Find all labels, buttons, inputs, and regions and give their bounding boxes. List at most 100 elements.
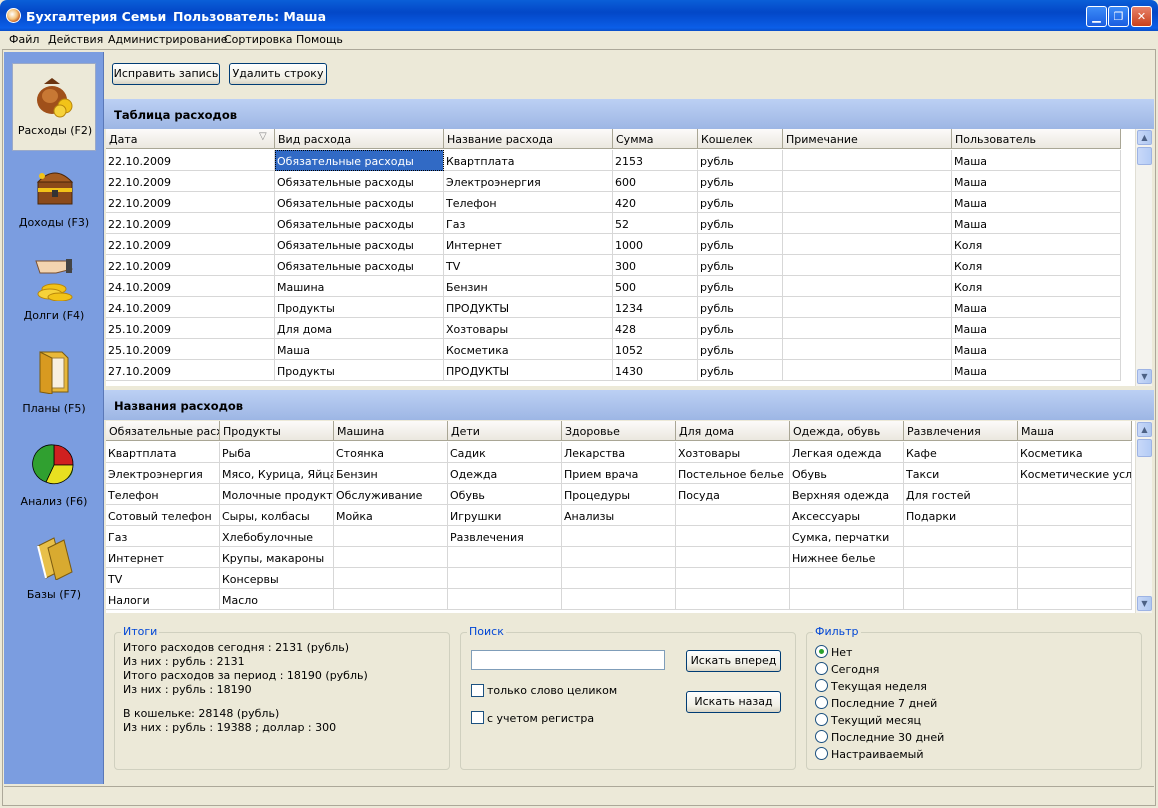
table-cell[interactable]: Обслуживание — [334, 484, 448, 505]
table-cell[interactable] — [676, 505, 790, 526]
filter-radio-none[interactable] — [815, 645, 828, 658]
table-cell[interactable]: Обязательные расходы — [275, 192, 444, 213]
table-cell[interactable]: Газ — [106, 526, 220, 547]
table-cell[interactable]: Крупы, макароны — [220, 547, 334, 568]
table-cell[interactable] — [904, 568, 1018, 589]
table-cell[interactable]: Легкая одежда — [790, 442, 904, 463]
table-cell[interactable]: Маша — [952, 213, 1121, 234]
table-cell[interactable]: рубль — [698, 360, 783, 381]
table-cell[interactable] — [448, 589, 562, 610]
table-cell[interactable]: Маша — [952, 150, 1121, 171]
table-cell[interactable] — [334, 589, 448, 610]
table-cell[interactable]: Развлечения — [448, 526, 562, 547]
table-cell[interactable]: Маша — [952, 318, 1121, 339]
table-cell[interactable] — [562, 547, 676, 568]
edit-record-button[interactable]: Исправить запись — [112, 63, 220, 85]
table-cell[interactable]: Постельное белье — [676, 463, 790, 484]
table-cell[interactable]: Хозтовары — [676, 442, 790, 463]
column-header[interactable]: Дата — [106, 129, 275, 149]
column-header[interactable]: Машина — [334, 421, 448, 441]
column-header[interactable]: Примечание — [783, 129, 952, 149]
filter-radio-today[interactable] — [815, 662, 828, 675]
table-cell[interactable] — [448, 568, 562, 589]
table-cell[interactable]: Коля — [952, 255, 1121, 276]
filter-radio-custom[interactable] — [815, 747, 828, 760]
table-cell[interactable] — [783, 171, 952, 192]
table-cell[interactable]: 300 — [613, 255, 698, 276]
table-cell[interactable]: Для дома — [275, 318, 444, 339]
scroll-up-icon[interactable]: ▲ — [1137, 130, 1152, 145]
column-header[interactable]: Обязательные расходы — [106, 421, 220, 441]
table-cell[interactable]: Мясо, Курица, Яйца — [220, 463, 334, 484]
nav-expenses[interactable]: Расходы (F2) — [12, 63, 96, 151]
close-button[interactable]: ✕ — [1131, 6, 1152, 27]
table-cell[interactable] — [1018, 526, 1132, 547]
table-cell[interactable]: TV — [444, 255, 613, 276]
table-row[interactable]: Электроэнергия Мясо, Курица, Яйца Бензин Од… — [106, 463, 1132, 484]
table-cell[interactable] — [783, 192, 952, 213]
menu-actions[interactable]: Действия — [48, 33, 103, 46]
table-cell[interactable]: Процедуры — [562, 484, 676, 505]
table-cell[interactable]: Посуда — [676, 484, 790, 505]
table-row[interactable]: Газ Хлебобулочные Развлечения Сумка, перчат… — [106, 526, 1132, 547]
scroll-thumb[interactable] — [1137, 439, 1152, 457]
table-cell[interactable]: Анализы — [562, 505, 676, 526]
table-cell[interactable] — [676, 547, 790, 568]
menu-admin[interactable]: Администрирование — [108, 33, 228, 46]
scroll-down-icon[interactable]: ▼ — [1137, 596, 1152, 611]
table-cell[interactable]: рубль — [698, 255, 783, 276]
table-cell[interactable]: Телефон — [106, 484, 220, 505]
table-cell[interactable]: Мойка — [334, 505, 448, 526]
column-header[interactable]: Здоровье — [562, 421, 676, 441]
table-cell[interactable]: рубль — [698, 150, 783, 171]
table-cell[interactable] — [676, 589, 790, 610]
expenses-scrollbar[interactable]: ▲ ▼ — [1135, 129, 1152, 386]
table-cell[interactable]: Обязательные расходы — [275, 255, 444, 276]
table-cell[interactable] — [790, 568, 904, 589]
menu-help[interactable]: Помощь — [296, 33, 343, 46]
maximize-button[interactable]: ❐ — [1108, 6, 1129, 27]
filter-radio-month[interactable] — [815, 713, 828, 726]
column-header[interactable]: Название расхода — [444, 129, 613, 149]
table-cell[interactable] — [1018, 547, 1132, 568]
table-cell[interactable]: Газ — [444, 213, 613, 234]
table-cell[interactable]: Хозтовары — [444, 318, 613, 339]
table-cell[interactable]: Маша — [952, 171, 1121, 192]
table-cell[interactable]: Коля — [952, 234, 1121, 255]
table-cell[interactable]: Маша — [952, 339, 1121, 360]
table-cell[interactable]: Квартплата — [444, 150, 613, 171]
minimize-button[interactable]: ▁ — [1086, 6, 1107, 27]
table-cell[interactable]: рубль — [698, 234, 783, 255]
table-row[interactable]: Налоги Масло — [106, 589, 1132, 610]
column-header[interactable]: Одежда, обувь — [790, 421, 904, 441]
table-cell[interactable]: рубль — [698, 213, 783, 234]
table-cell[interactable]: Масло — [220, 589, 334, 610]
table-cell[interactable]: Налоги — [106, 589, 220, 610]
table-cell[interactable]: ПРОДУКТЫ — [444, 297, 613, 318]
table-row[interactable]: 24.10.2009 Машина Бензин 500 рубль Коля — [106, 276, 1121, 297]
table-cell[interactable]: рубль — [698, 276, 783, 297]
table-cell[interactable]: Интернет — [444, 234, 613, 255]
table-cell[interactable] — [904, 526, 1018, 547]
table-cell[interactable]: Продукты — [275, 360, 444, 381]
table-cell[interactable]: Лекарства — [562, 442, 676, 463]
column-header[interactable]: Сумма — [613, 129, 698, 149]
table-cell[interactable] — [783, 318, 952, 339]
filter-radio-30days[interactable] — [815, 730, 828, 743]
table-cell[interactable]: 1000 — [613, 234, 698, 255]
nav-income[interactable]: Доходы (F3) — [12, 162, 96, 229]
table-cell[interactable]: 420 — [613, 192, 698, 213]
nav-debts[interactable]: Долги (F4) — [12, 255, 96, 322]
table-cell[interactable]: рубль — [698, 318, 783, 339]
table-row[interactable]: 22.10.2009 Обязательные расходы TV 300 рубль… — [106, 255, 1121, 276]
search-back-button[interactable]: Искать назад — [686, 691, 781, 713]
table-cell[interactable] — [783, 150, 952, 171]
column-header[interactable]: Пользователь — [952, 129, 1121, 149]
table-cell[interactable]: Игрушки — [448, 505, 562, 526]
table-cell[interactable]: Стоянка — [334, 442, 448, 463]
names-scrollbar[interactable]: ▲ ▼ — [1135, 421, 1152, 613]
table-cell[interactable]: 27.10.2009 — [106, 360, 275, 381]
table-cell[interactable]: 25.10.2009 — [106, 339, 275, 360]
table-cell[interactable] — [783, 339, 952, 360]
table-cell[interactable]: рубль — [698, 171, 783, 192]
